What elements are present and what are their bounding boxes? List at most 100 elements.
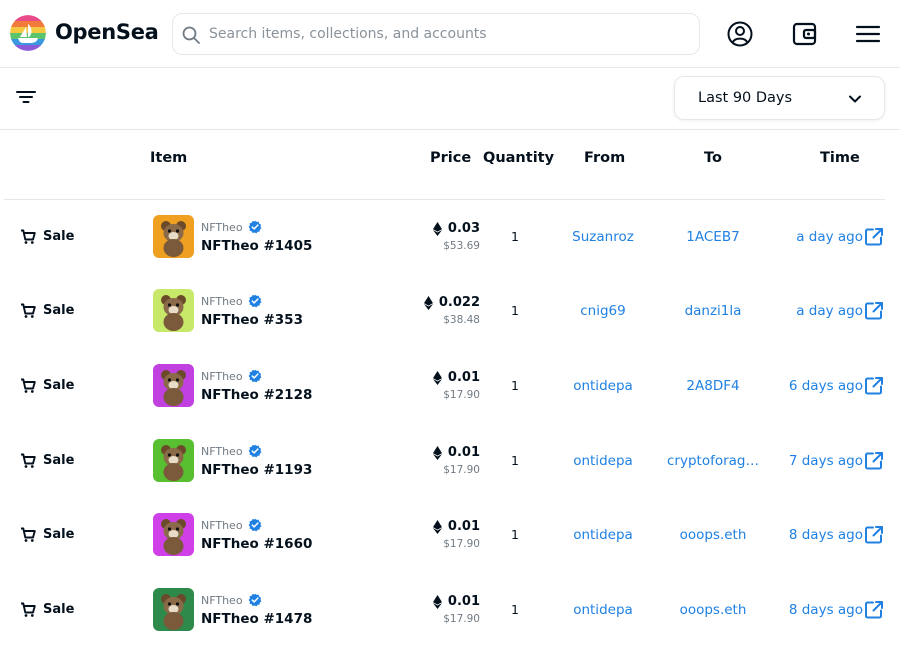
- price-usd: $17.90: [443, 538, 480, 550]
- price-eth: 0.01: [447, 370, 480, 385]
- time-link[interactable]: 7 days ago: [789, 453, 863, 469]
- verified-badge-icon: [248, 220, 261, 234]
- cart-icon: [21, 378, 36, 393]
- collection-link[interactable]: NFTheo: [201, 444, 262, 458]
- nft-thumbnail[interactable]: [153, 513, 194, 556]
- account-icon[interactable]: [726, 20, 754, 48]
- event-type-label: Sale: [43, 527, 75, 542]
- nft-name-link[interactable]: NFTheo #353: [201, 312, 303, 328]
- quantity-value: 1: [511, 229, 519, 244]
- collection-link[interactable]: NFTheo: [201, 294, 262, 308]
- event-type-label: Sale: [43, 303, 75, 318]
- time-link[interactable]: a day ago: [796, 303, 863, 319]
- external-link-icon[interactable]: [864, 301, 884, 321]
- verified-badge-icon: [248, 518, 261, 532]
- menu-icon[interactable]: [854, 20, 882, 48]
- price-usd: $38.48: [443, 314, 480, 326]
- collection-link[interactable]: NFTheo: [201, 369, 262, 383]
- verified-badge-icon: [248, 369, 261, 383]
- search-icon: [182, 26, 200, 44]
- to-account-link[interactable]: ooops.eth: [664, 602, 762, 618]
- nft-thumbnail[interactable]: [153, 364, 194, 407]
- price-eth: 0.03: [447, 221, 480, 236]
- price-usd: $17.90: [443, 464, 480, 476]
- cart-icon: [21, 453, 36, 468]
- quantity-value: 1: [511, 602, 519, 617]
- time-link[interactable]: 8 days ago: [789, 527, 863, 543]
- to-account-link[interactable]: 1ACEB7: [664, 229, 762, 245]
- eth-icon: [432, 370, 442, 385]
- external-link-icon[interactable]: [864, 600, 884, 620]
- time-link[interactable]: 6 days ago: [789, 378, 863, 394]
- opensea-logo-icon[interactable]: [10, 15, 46, 51]
- nft-name-link[interactable]: NFTheo #1193: [201, 462, 312, 478]
- nft-thumbnail[interactable]: [153, 215, 194, 258]
- from-account-link[interactable]: ontidepa: [552, 602, 654, 618]
- time-link[interactable]: 8 days ago: [789, 602, 863, 618]
- price-usd: $17.90: [443, 613, 480, 625]
- activity-toolbar: Last 90 Days: [0, 68, 900, 130]
- price-cell: 0.01 $17.90: [432, 445, 480, 476]
- table-row: Sale NFTheo NFTheo #1660 0.01 $17.90 1 o…: [0, 498, 900, 572]
- search-input[interactable]: [209, 14, 689, 54]
- nft-name-link[interactable]: NFTheo #1478: [201, 611, 312, 627]
- from-account-link[interactable]: ontidepa: [552, 453, 654, 469]
- filter-icon[interactable]: [15, 88, 37, 106]
- eth-icon: [423, 295, 433, 310]
- nft-name-link[interactable]: NFTheo #1405: [201, 238, 312, 254]
- brand-name[interactable]: OpenSea: [55, 20, 159, 44]
- collection-name: NFTheo: [201, 444, 243, 458]
- cart-icon: [21, 229, 36, 244]
- price-eth: 0.022: [438, 295, 480, 310]
- nft-name-link[interactable]: NFTheo #2128: [201, 387, 312, 403]
- period-dropdown[interactable]: Last 90 Days: [674, 76, 885, 120]
- collection-name: NFTheo: [201, 369, 243, 383]
- external-link-icon[interactable]: [864, 376, 884, 396]
- collection-link[interactable]: NFTheo: [201, 220, 262, 234]
- collection-name: NFTheo: [201, 220, 243, 234]
- from-account-link[interactable]: cnig69: [552, 303, 654, 319]
- price-cell: 0.01 $17.90: [432, 519, 480, 550]
- top-navbar: OpenSea: [0, 0, 900, 68]
- to-account-link[interactable]: danzi1la: [664, 303, 762, 319]
- quantity-value: 1: [511, 527, 519, 542]
- to-account-link[interactable]: cryptoforag…: [664, 453, 762, 469]
- to-account-link[interactable]: ooops.eth: [664, 527, 762, 543]
- event-type-label: Sale: [43, 453, 75, 468]
- collection-link[interactable]: NFTheo: [201, 518, 262, 532]
- external-link-icon[interactable]: [864, 525, 884, 545]
- price-eth: 0.01: [447, 594, 480, 609]
- price-cell: 0.01 $17.90: [432, 370, 480, 401]
- table-row: Sale NFTheo NFTheo #1405 0.03 $53.69 1 S…: [0, 200, 900, 274]
- collection-link[interactable]: NFTheo: [201, 593, 262, 607]
- collection-name: NFTheo: [201, 518, 243, 532]
- price-cell: 0.03 $53.69: [432, 221, 480, 252]
- search-bar[interactable]: [172, 13, 700, 55]
- eth-icon: [432, 221, 442, 236]
- wallet-icon[interactable]: [791, 20, 819, 48]
- nft-name-link[interactable]: NFTheo #1660: [201, 536, 312, 552]
- cart-icon: [21, 602, 36, 617]
- table-row: Sale NFTheo NFTheo #1478 0.01 $17.90 1 o…: [0, 573, 900, 647]
- nft-thumbnail[interactable]: [153, 289, 194, 332]
- cart-icon: [21, 527, 36, 542]
- time-link[interactable]: a day ago: [796, 229, 863, 245]
- collection-name: NFTheo: [201, 294, 243, 308]
- column-header-time: Time: [820, 150, 860, 166]
- event-type-label: Sale: [43, 602, 75, 617]
- from-account-link[interactable]: ontidepa: [552, 527, 654, 543]
- chevron-down-icon: [849, 95, 861, 103]
- event-type-label: Sale: [43, 229, 75, 244]
- from-account-link[interactable]: ontidepa: [552, 378, 654, 394]
- column-header-quantity: Quantity: [483, 150, 555, 166]
- quantity-value: 1: [511, 378, 519, 393]
- verified-badge-icon: [248, 593, 261, 607]
- nft-thumbnail[interactable]: [153, 439, 194, 482]
- from-account-link[interactable]: Suzanroz: [552, 229, 654, 245]
- external-link-icon[interactable]: [864, 227, 884, 247]
- external-link-icon[interactable]: [864, 451, 884, 471]
- to-account-link[interactable]: 2A8DF4: [664, 378, 762, 394]
- cart-icon: [21, 303, 36, 318]
- price-usd: $53.69: [443, 240, 480, 252]
- nft-thumbnail[interactable]: [153, 588, 194, 631]
